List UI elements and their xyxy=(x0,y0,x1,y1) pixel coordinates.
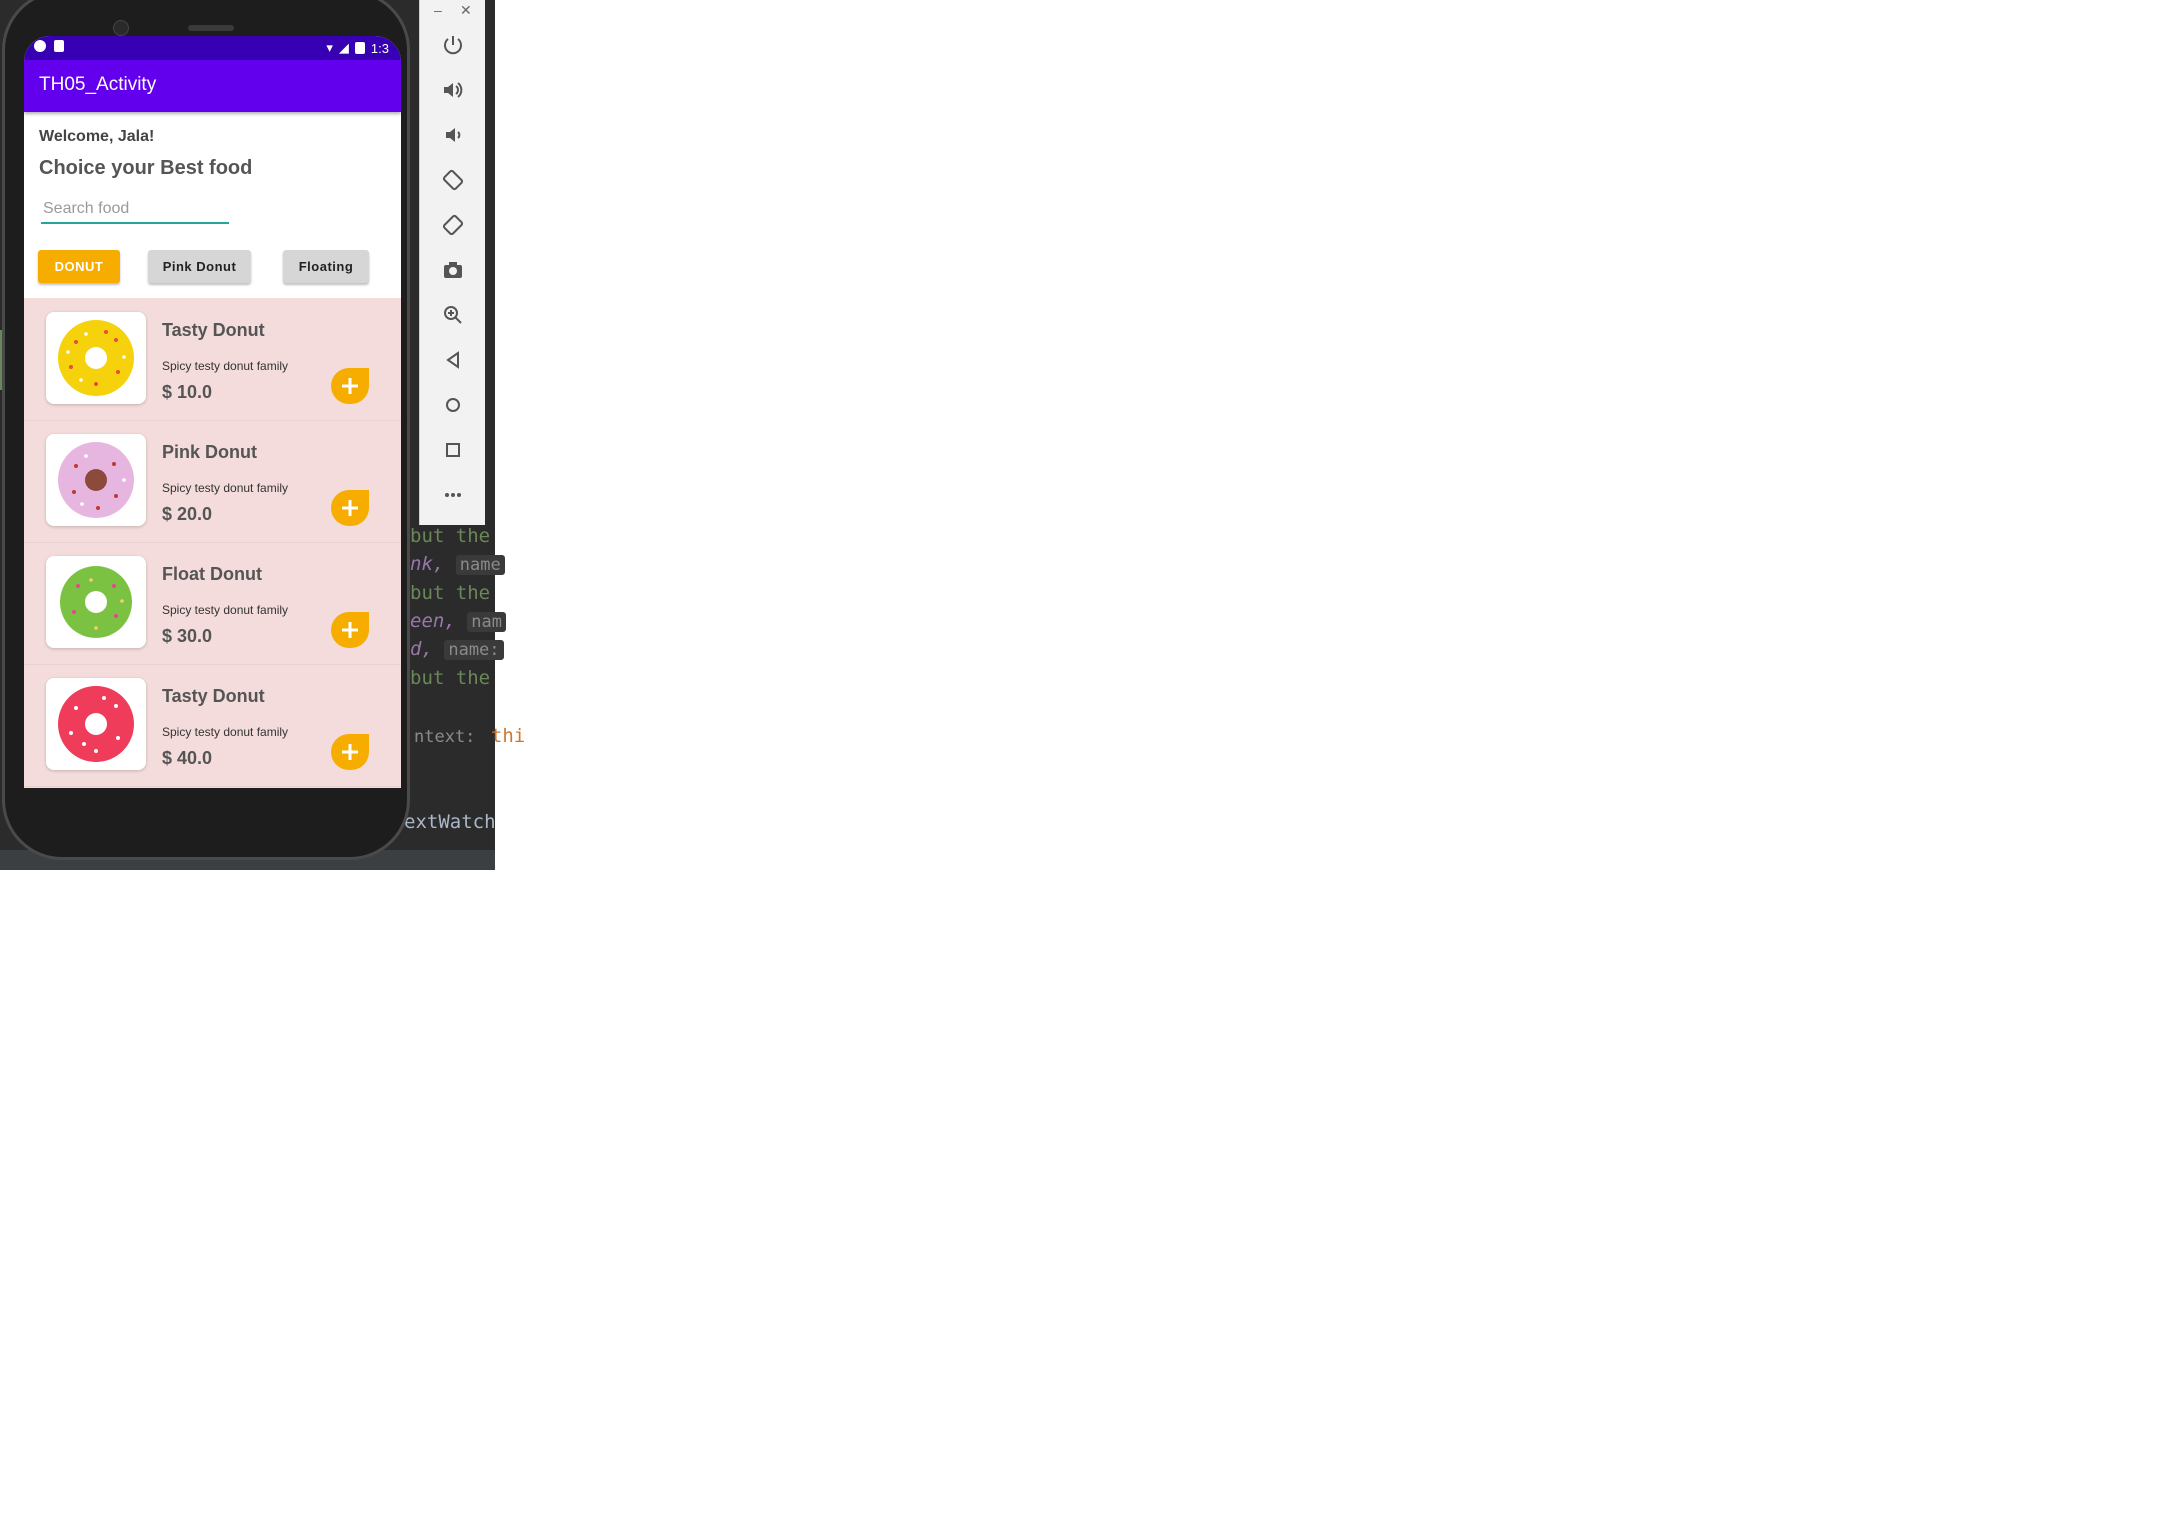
code-line: but the xyxy=(410,525,491,547)
zoom-button[interactable] xyxy=(420,295,485,335)
status-time: 1:3 xyxy=(370,40,389,56)
plus-icon xyxy=(342,744,358,760)
volume-up-icon xyxy=(443,82,462,98)
camera-icon xyxy=(443,262,462,278)
plus-icon xyxy=(342,500,358,516)
donut-image xyxy=(46,556,146,648)
power-icon xyxy=(443,36,462,55)
filter-pink-donut-button[interactable]: Pink Donut xyxy=(148,250,251,283)
rotate-left-button[interactable] xyxy=(420,160,485,200)
food-list-item[interactable]: Float Donut Spicy testy donut family $ 3… xyxy=(24,542,401,665)
code-line: d, name: xyxy=(410,638,504,660)
rotate-right-icon xyxy=(442,214,463,236)
screenshot-button[interactable] xyxy=(420,250,485,290)
more-icon xyxy=(444,493,461,497)
add-to-cart-button[interactable] xyxy=(331,734,369,770)
back-triangle-icon xyxy=(445,351,459,369)
code-line: een, nam xyxy=(410,610,506,632)
volume-down-button[interactable] xyxy=(420,115,485,155)
code-line: extWatch xyxy=(404,811,496,833)
front-camera xyxy=(113,20,129,36)
item-name: Float Donut xyxy=(162,564,262,584)
item-description: Spicy testy donut family xyxy=(162,725,289,739)
signal-icon: ◢ xyxy=(338,40,349,55)
food-list-item[interactable]: Pink Donut Spicy testy donut family $ 20… xyxy=(24,420,401,543)
rotate-left-icon xyxy=(442,169,463,191)
code-line: ntext: thi xyxy=(414,725,526,747)
battery-icon xyxy=(354,42,365,54)
plus-icon xyxy=(342,622,358,638)
volume-down-icon xyxy=(445,128,460,142)
item-price: $ 20.0 xyxy=(162,504,213,524)
search-input[interactable] xyxy=(41,196,229,224)
more-button[interactable] xyxy=(420,475,485,515)
donut-image xyxy=(46,312,146,404)
overview-square-icon xyxy=(445,443,460,457)
item-description: Spicy testy donut family xyxy=(162,359,289,373)
home-circle-icon xyxy=(445,398,460,412)
emulator-toolbar: – ✕ xyxy=(419,0,485,525)
code-line: but the xyxy=(410,667,491,689)
power-button[interactable] xyxy=(420,25,485,65)
food-list[interactable]: Tasty Donut Spicy testy donut family $ 1… xyxy=(24,298,401,788)
filter-floating-button[interactable]: Floating xyxy=(283,250,369,283)
volume-up-button[interactable] xyxy=(420,70,485,110)
plus-icon xyxy=(342,378,358,394)
item-name: Tasty Donut xyxy=(162,320,265,340)
earpiece-speaker xyxy=(188,25,234,31)
item-price: $ 10.0 xyxy=(162,382,213,402)
add-to-cart-button[interactable] xyxy=(331,368,369,404)
overview-button[interactable] xyxy=(420,430,485,470)
food-list-item[interactable]: Tasty Donut Spicy testy donut family $ 1… xyxy=(24,298,401,421)
item-description: Spicy testy donut family xyxy=(162,481,289,495)
food-list-item[interactable]: Tasty Donut Spicy testy donut family $ 4… xyxy=(24,664,401,787)
app-title: TH05_Activity xyxy=(39,74,157,95)
item-price: $ 40.0 xyxy=(162,748,213,768)
add-to-cart-button[interactable] xyxy=(331,490,369,526)
home-button[interactable] xyxy=(420,385,485,425)
phone-frame: ▾ ◢ 1:3 TH05_Activity Welcome, Jala! Cho… xyxy=(2,0,410,860)
filter-donut-button[interactable]: Donut xyxy=(38,250,120,283)
item-name: Tasty Donut xyxy=(162,686,265,706)
item-description: Spicy testy donut family xyxy=(162,603,289,617)
minimize-icon[interactable]: – xyxy=(434,2,442,18)
rotate-right-button[interactable] xyxy=(420,205,485,245)
phone-screen: ▾ ◢ 1:3 TH05_Activity Welcome, Jala! Cho… xyxy=(24,36,401,788)
page-heading: Choice your Best food xyxy=(39,157,253,179)
app-bar: TH05_Activity xyxy=(24,60,401,112)
welcome-text: Welcome, Jala! xyxy=(39,128,155,145)
code-line: but the xyxy=(410,582,491,604)
close-icon[interactable]: ✕ xyxy=(460,2,472,19)
code-line: nk, name xyxy=(410,553,505,575)
status-bar: ▾ ◢ 1:3 xyxy=(24,36,401,60)
notification-icon xyxy=(34,40,46,52)
wifi-icon: ▾ xyxy=(326,40,333,55)
sd-card-icon xyxy=(54,40,64,52)
item-name: Pink Donut xyxy=(162,442,257,462)
donut-image xyxy=(46,678,146,770)
back-button[interactable] xyxy=(420,340,485,380)
item-price: $ 30.0 xyxy=(162,626,213,646)
donut-image xyxy=(46,434,146,526)
zoom-icon xyxy=(443,306,462,324)
add-to-cart-button[interactable] xyxy=(331,612,369,648)
